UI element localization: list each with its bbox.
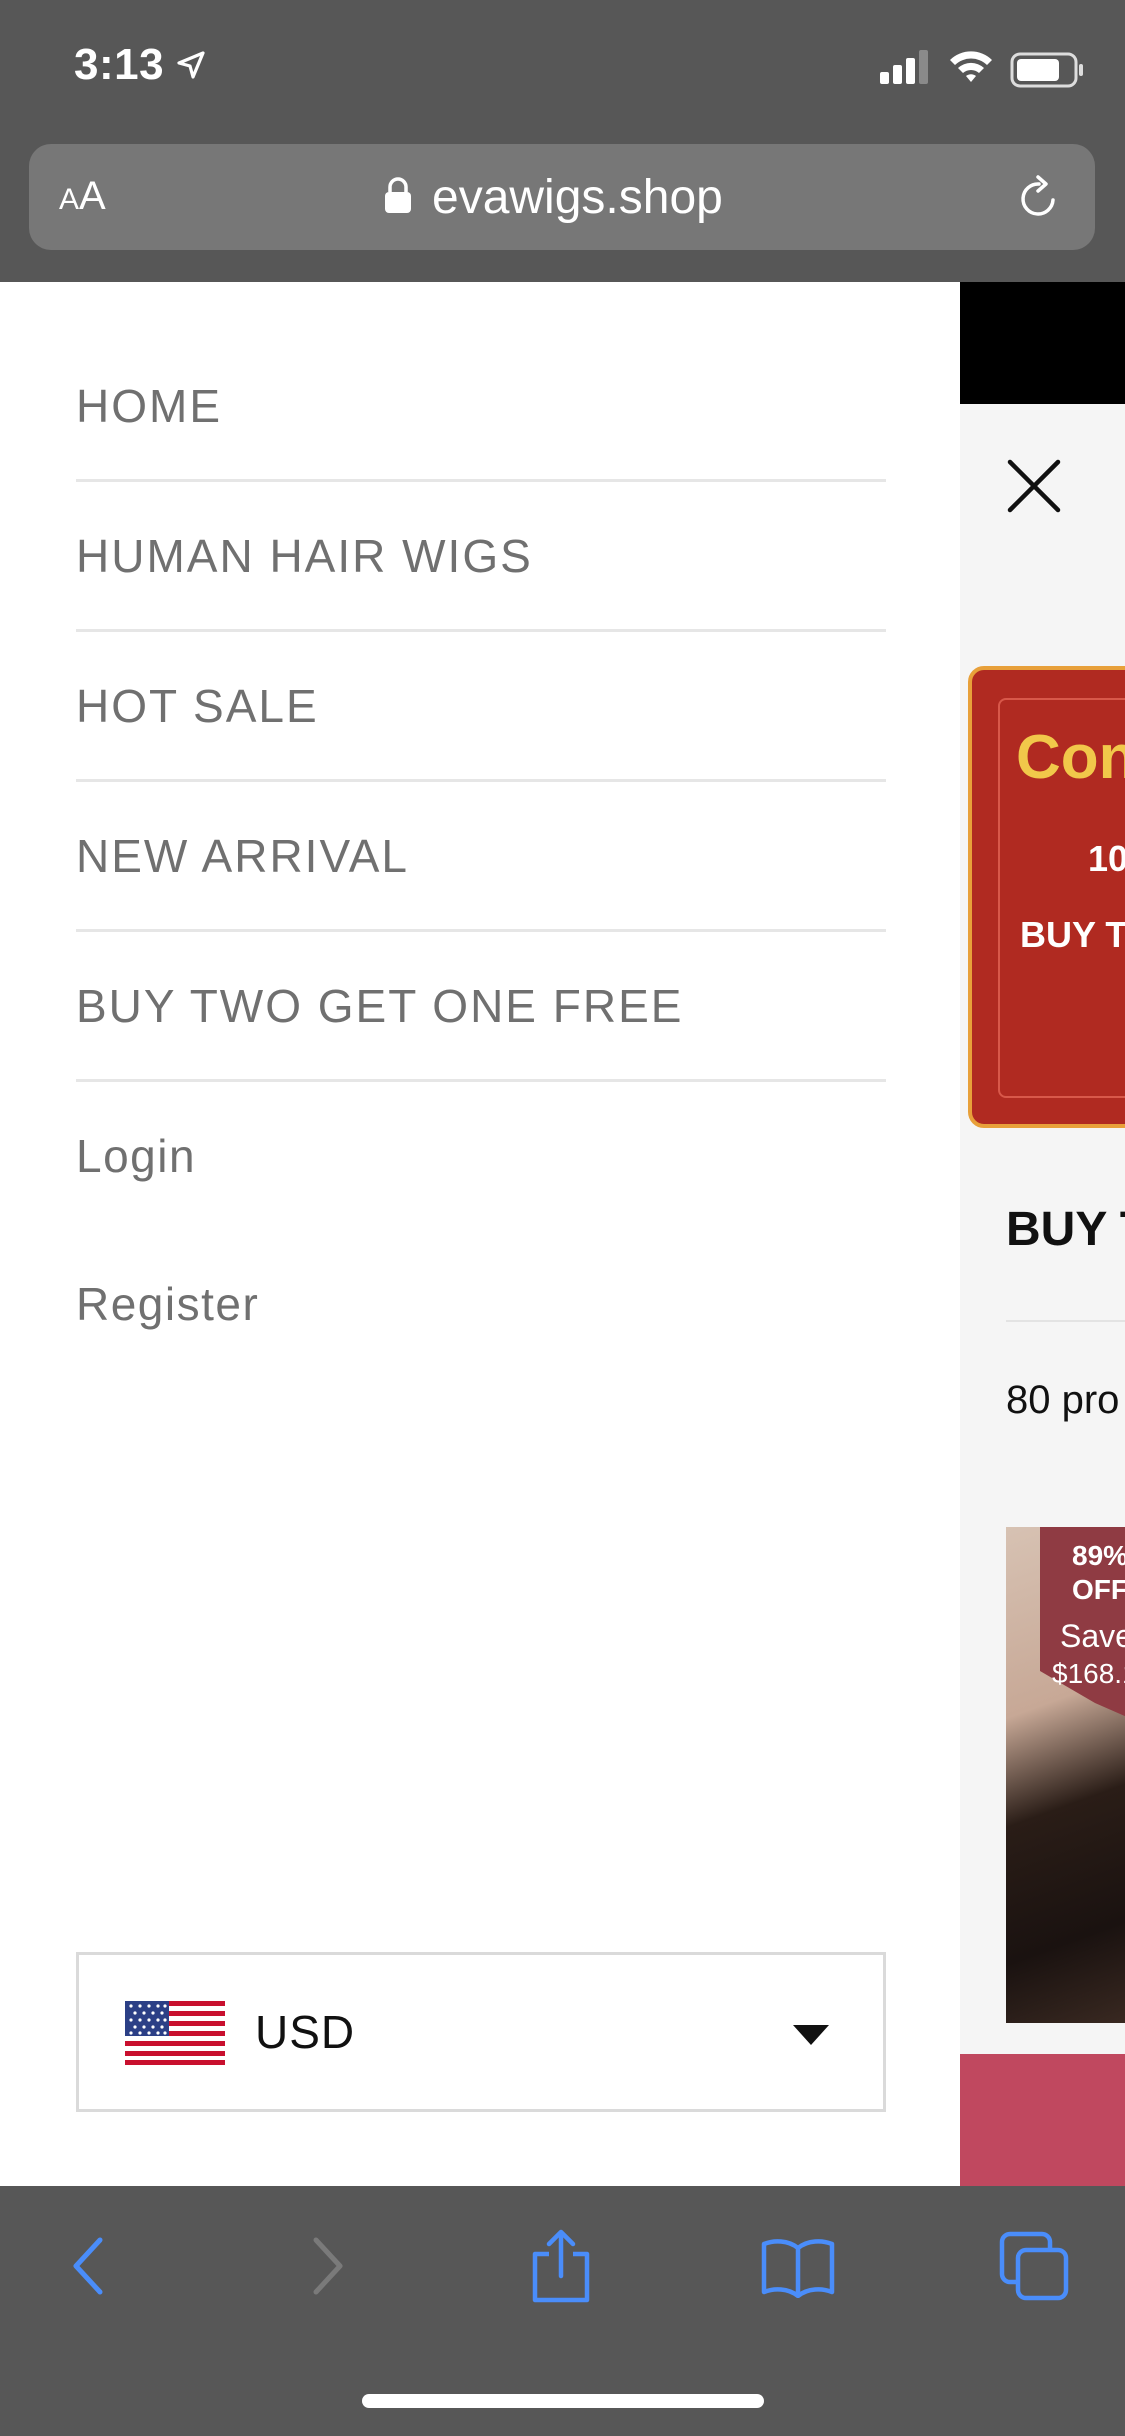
- reload-icon[interactable]: [1015, 174, 1063, 227]
- lock-icon: [384, 176, 412, 219]
- menu-item-buy-two-get-one-free[interactable]: BUY TWO GET ONE FREE: [76, 932, 886, 1082]
- register-link[interactable]: Register: [76, 1230, 886, 1378]
- discount-percent: 89%: [1072, 1540, 1125, 1571]
- product-count: 80 pro: [1006, 1378, 1120, 1422]
- battery-icon: [1010, 52, 1086, 93]
- menu-item-new-arrival[interactable]: NEW ARRIVAL: [76, 782, 886, 932]
- menu-item-human-hair-wigs[interactable]: HUMAN HAIR WIGS: [76, 482, 886, 632]
- tabs-icon[interactable]: [994, 2226, 1074, 2306]
- screen: 3:13 AA evawigs.shop Con 10 BUY T BUY 80…: [0, 0, 1125, 2436]
- login-link[interactable]: Login: [76, 1082, 886, 1230]
- home-indicator[interactable]: [362, 2394, 764, 2408]
- back-icon[interactable]: [48, 2226, 128, 2306]
- close-icon[interactable]: [1006, 458, 1062, 519]
- text-size-button[interactable]: AA: [59, 174, 106, 222]
- url-display[interactable]: evawigs.shop: [384, 170, 723, 224]
- forward-icon[interactable]: [288, 2226, 368, 2306]
- save-label: Save: [1060, 1618, 1125, 1654]
- pink-footer-strip: [960, 2054, 1125, 2186]
- promo-line-1: 10: [1088, 838, 1125, 879]
- promo-title: Con: [1016, 723, 1125, 792]
- page-visible-strip: Con 10 BUY T BUY T 80 pro 89% OFF Save $…: [960, 282, 1125, 2186]
- caret-down-icon: [791, 2023, 831, 2052]
- address-bar[interactable]: AA evawigs.shop: [29, 144, 1095, 250]
- cellular-signal-icon: [880, 50, 932, 89]
- currency-code: USD: [255, 2006, 356, 2058]
- divider: [1006, 1320, 1125, 1322]
- discount-off-label: OFF: [1072, 1574, 1125, 1605]
- us-flag-icon: [125, 2001, 225, 2070]
- currency-selector[interactable]: USD: [76, 1952, 886, 2112]
- site-header-bar: [960, 282, 1125, 404]
- menu-item-hot-sale[interactable]: HOT SALE: [76, 632, 886, 782]
- save-amount: $168.1: [1052, 1658, 1125, 1689]
- navigation-drawer: HOME HUMAN HAIR WIGS HOT SALE NEW ARRIVA…: [0, 282, 960, 2186]
- bookmarks-icon[interactable]: [758, 2226, 838, 2306]
- status-bar: 3:13: [0, 0, 1125, 140]
- url-domain: evawigs.shop: [432, 170, 723, 224]
- collection-title: BUY T: [1006, 1203, 1125, 1256]
- menu-item-home[interactable]: HOME: [76, 332, 886, 482]
- drawer-menu: HOME HUMAN HAIR WIGS HOT SALE NEW ARRIVA…: [76, 332, 886, 1378]
- share-icon[interactable]: [521, 2226, 601, 2306]
- status-time: 3:13: [74, 40, 165, 89]
- promo-line-2: BUY T: [1020, 914, 1125, 955]
- wifi-icon: [948, 48, 994, 89]
- location-arrow-icon: [176, 50, 206, 85]
